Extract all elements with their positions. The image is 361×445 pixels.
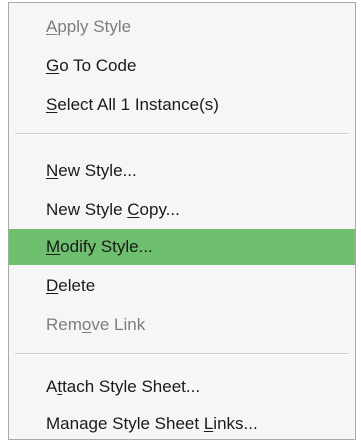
menu-item-label: Attach Style Sheet...: [46, 377, 201, 396]
menu-item-new-style-copy[interactable]: New Style Copy...: [9, 192, 355, 228]
menu-item-label: New Style...: [46, 161, 137, 180]
menu-separator: [15, 133, 349, 135]
menu-item-go-to-code[interactable]: Go To Code: [9, 48, 355, 84]
menu-item-modify-style[interactable]: Modify Style...: [9, 229, 355, 265]
context-menu: Apply Style Go To Code Select All 1 Inst…: [8, 2, 356, 440]
menu-item-select-all-instances[interactable]: Select All 1 Instance(s): [9, 87, 355, 123]
menu-item-remove-link[interactable]: Remove Link: [9, 307, 355, 343]
menu-item-new-style[interactable]: New Style...: [9, 153, 355, 189]
menu-item-label: Delete: [46, 276, 96, 295]
menu-item-apply-style[interactable]: Apply Style: [9, 9, 355, 45]
menu-item-label: Manage Style Sheet Links...: [46, 414, 258, 433]
menu-item-delete[interactable]: Delete: [9, 268, 355, 304]
menu-item-attach-style-sheet[interactable]: Attach Style Sheet...: [9, 369, 355, 405]
menu-item-label: Apply Style: [46, 17, 132, 36]
menu-item-label: New Style Copy...: [46, 200, 180, 219]
menu-item-label: Select All 1 Instance(s): [46, 95, 219, 114]
menu-item-label: Remove Link: [46, 315, 146, 334]
menu-item-label: Go To Code: [46, 56, 137, 75]
menu-item-label: Modify Style...: [46, 237, 153, 256]
menu-separator: [15, 353, 349, 355]
menu-item-manage-style-sheet-links[interactable]: Manage Style Sheet Links...: [9, 406, 355, 442]
